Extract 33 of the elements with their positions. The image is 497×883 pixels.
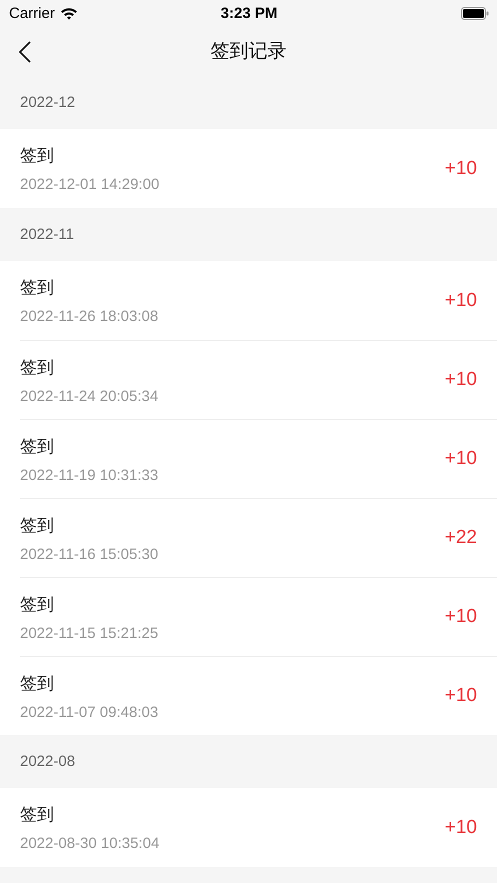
- battery-icon: [460, 6, 489, 20]
- month-label: 2022-11: [20, 226, 74, 243]
- record-title: 签到: [20, 672, 55, 694]
- record-time: 2022-11-07 09:48:03: [20, 704, 158, 720]
- month-label: 2022-08: [20, 753, 76, 770]
- record-time: 2022-11-19 10:31:33: [20, 466, 158, 484]
- points-value: +22: [444, 527, 477, 549]
- record-title: 签到: [20, 594, 55, 616]
- record-title: 签到: [20, 277, 55, 299]
- record-time: 2022-11-26 18:03:08: [20, 308, 158, 325]
- record-time: 2022-11-16 15:05:30: [20, 546, 158, 562]
- page-title: 签到记录: [210, 39, 286, 64]
- points-value: +10: [444, 158, 477, 180]
- record-title: 签到: [20, 436, 55, 458]
- record-time: 2022-11-15 15:21:25: [20, 624, 158, 642]
- clock-time: 3:23 PM: [220, 4, 278, 22]
- points-value: +10: [444, 606, 477, 628]
- record-title: 签到: [20, 514, 55, 536]
- points-value: +10: [444, 290, 477, 312]
- wifi-icon: [60, 6, 78, 20]
- record-time: 2022-11-24 20:05:34: [20, 388, 158, 404]
- points-value: +10: [444, 685, 477, 707]
- record-time: 2022-08-30 10:35:04: [20, 835, 160, 852]
- month-label: 2022-12: [20, 94, 76, 111]
- back-icon: [19, 41, 31, 63]
- points-value: +10: [444, 369, 477, 391]
- record-title: 签到: [20, 145, 55, 167]
- carrier-name: Carrier: [9, 4, 55, 22]
- points-value: +10: [444, 816, 477, 838]
- record-title: 签到: [20, 356, 55, 378]
- record-title: 签到: [20, 804, 55, 826]
- record-time: 2022-12-01 14:29:00: [20, 176, 160, 193]
- points-value: +10: [444, 448, 477, 470]
